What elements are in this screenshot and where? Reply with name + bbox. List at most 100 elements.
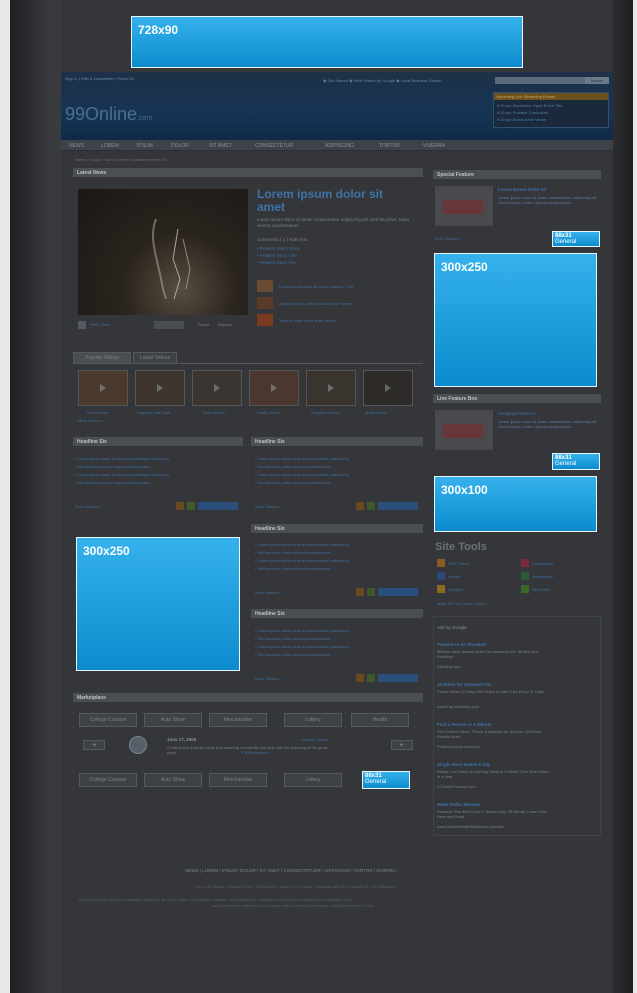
headline-item[interactable]: • Sed faucibus, tortor viverra condiment… <box>255 480 330 485</box>
video-caption[interactable]: Motor Boats <box>365 410 387 415</box>
footer-nav[interactable]: NEWS | LOREM | IPSUM | DOLOR | SIT AMET … <box>185 868 396 873</box>
breadcrumb[interactable]: Home > Local > Some in Here Somewhere He… <box>75 157 167 162</box>
marketplace-tab[interactable]: Lottery <box>284 773 342 787</box>
rss-icon[interactable] <box>356 502 364 510</box>
special-feature-more[interactable]: More Stories » <box>435 236 461 241</box>
side-story-link[interactable]: Lorem ipsum dolor sit amet, consect. 1:0… <box>279 284 353 289</box>
more-stories-link[interactable]: More Stories » <box>255 676 281 681</box>
google-ad-headline[interactable]: Prepare to be Shocked <box>437 642 486 647</box>
subscribe-button[interactable] <box>378 674 418 682</box>
video-thumb[interactable] <box>249 370 299 406</box>
button-ad-marketplace[interactable]: 88x31 General <box>362 771 410 789</box>
banner-ad-300x100[interactable]: 300x100 <box>434 476 597 532</box>
event-links[interactable]: Website | More <box>301 737 328 742</box>
expand-button[interactable]: Expand <box>218 322 232 327</box>
search-button[interactable]: Search <box>585 77 609 84</box>
site-tool-widgets[interactable]: Widgets <box>448 587 462 592</box>
site-tool-rss[interactable]: RSS Feeds <box>448 561 468 566</box>
rss-icon[interactable] <box>176 502 184 510</box>
video-caption[interactable]: Trials Growth <box>202 410 226 415</box>
upcoming-event-item[interactable]: 9:00 pm Event at the Venue <box>497 117 546 122</box>
side-story-thumb[interactable] <box>257 280 273 292</box>
headline-item[interactable]: • Sed faucibus, tortor viverra condiment… <box>255 566 330 571</box>
make-home-page-link[interactable]: Make 99 Your Home Page » <box>437 601 487 606</box>
rectangle-ad-right[interactable]: 300x250 <box>434 253 597 387</box>
related-link[interactable]: • Related Video Story <box>257 246 300 251</box>
upcoming-event-item[interactable]: 6:30 pm Proident Curriculum <box>497 110 548 115</box>
leaderboard-ad[interactable]: 728x90 <box>131 16 523 68</box>
site-logo[interactable]: 99Online.com <box>65 104 152 125</box>
more-stories-link[interactable]: More Stories » <box>255 504 281 509</box>
lead-comments[interactable]: Comments ( 1 ) Rate this <box>257 237 307 242</box>
marketplace-tab[interactable]: Merchandise <box>209 773 267 787</box>
video-caption[interactable]: Realty Class <box>257 410 279 415</box>
video-thumb[interactable] <box>78 370 128 406</box>
google-ad-url[interactable]: www.OnlineWealthMachines.com/site <box>437 824 504 829</box>
lead-headline[interactable]: Lorem ipsum dolor sit amet <box>257 188 387 214</box>
headline-item[interactable]: • Lorem ipsum dolor sit amet consectetue… <box>255 542 349 547</box>
share-icon[interactable] <box>367 674 375 682</box>
pause-button[interactable]: Pause <box>198 322 209 327</box>
marketplace-tab[interactable]: College Counsel <box>79 773 137 787</box>
play-button[interactable] <box>78 321 86 329</box>
footer-links[interactable]: Terms of Service | Privacy Policy | Cont… <box>195 884 396 889</box>
search-options[interactable]: ◉ Our Search ◉ Web Search by Google ◉ Lo… <box>323 78 441 83</box>
marketplace-prev-button[interactable]: ◄ <box>83 740 105 750</box>
share-icon[interactable] <box>367 588 375 596</box>
headline-item[interactable]: • Sed faucibus, tortor viverra condiment… <box>255 464 330 469</box>
video-thumb[interactable] <box>306 370 356 406</box>
headline-item[interactable]: • Lorem ipsum dolor sit amet consectetue… <box>255 644 349 649</box>
google-ad-headline[interactable]: Single Mom Makes $ Gig <box>437 762 490 767</box>
special-feature-headline[interactable]: Lorem Ipsum Dolor Sit <box>498 187 546 192</box>
headline-item[interactable]: • Sed faucibus, tortor viverra condiment… <box>255 550 330 555</box>
nav-item-dolor[interactable]: DOLOR <box>171 143 189 149</box>
nav-item-ipsum[interactable]: IPSUM <box>137 143 153 149</box>
video-thumb[interactable] <box>363 370 413 406</box>
more-stories-link[interactable]: More Stories » <box>75 504 101 509</box>
search-input[interactable] <box>495 77 585 84</box>
nav-item-lorem[interactable]: LOREM <box>101 143 119 149</box>
google-ad-url[interactable]: www.FatLossIdiots.com <box>437 704 479 709</box>
side-story-thumb[interactable] <box>257 297 273 309</box>
video-thumb[interactable] <box>192 370 242 406</box>
video-caption[interactable]: Surgery Lesson <box>311 410 339 415</box>
more-videos-link[interactable]: More Videos » <box>78 418 104 423</box>
headline-item[interactable]: • Lorem ipsum dolor sit amet consectetue… <box>255 472 349 477</box>
site-tool-text-alerts[interactable]: Text Alerts <box>532 587 550 592</box>
button-ad-live[interactable]: 88x31 General <box>552 453 600 470</box>
video-caption[interactable]: Nuggets Lost Take <box>137 410 170 415</box>
prev-next-link[interactable]: Prev | Next <box>90 322 110 327</box>
more-stories-link[interactable]: More Stories » <box>255 590 281 595</box>
google-ad-headline[interactable]: Make Dollar Mission <box>437 802 480 807</box>
related-link[interactable]: • Related Story Two <box>257 260 297 265</box>
side-story-link[interactable]: Trials to what forms learn, ensue <box>279 318 337 323</box>
site-tool-mobile[interactable]: Mobile <box>448 574 460 579</box>
marketplace-tab[interactable]: College Counsel <box>79 713 137 727</box>
subscribe-button[interactable] <box>378 588 418 596</box>
headline-item[interactable]: • Lorem ipsum dolor sit amet consectetue… <box>75 456 169 461</box>
site-tool-newsletters[interactable]: Newsletters <box>532 574 553 579</box>
upcoming-event-item[interactable]: 6:00 pm Recreation Sport Event Title <box>497 103 562 108</box>
latest-news-photo[interactable] <box>78 189 248 315</box>
headline-item[interactable]: • Lorem ipsum dolor sit amet consectetue… <box>255 628 349 633</box>
share-icon[interactable] <box>367 502 375 510</box>
utility-links[interactable]: Sign In | Gifts & Newsletters | Read On <box>65 76 134 81</box>
live-feature-image[interactable] <box>435 410 493 450</box>
headline-item[interactable]: • Lorem ipsum dolor sit amet consectetue… <box>255 558 349 563</box>
nav-item-adipiscing[interactable]: ADIPISCING <box>325 143 354 149</box>
nav-item-viverra[interactable]: VIVERRA <box>423 143 445 149</box>
google-ad-url[interactable]: Public-records-now.com <box>437 744 480 749</box>
headline-item[interactable]: • Lorem ipsum dolor sit amet consectetue… <box>255 456 349 461</box>
live-feature-headline[interactable]: MortgageFinders.tv <box>498 411 537 416</box>
special-feature-image[interactable] <box>435 186 493 226</box>
share-icon[interactable] <box>187 502 195 510</box>
marketplace-tab[interactable]: Auto Show <box>144 773 202 787</box>
nav-item-consectetur[interactable]: CONSECTETUR <box>255 143 293 149</box>
site-tool-email[interactable]: Email Alerts <box>532 561 553 566</box>
marketplace-tab[interactable]: Health <box>351 713 409 727</box>
headline-item[interactable]: • Sed faucibus, tortor viverra condiment… <box>75 464 150 469</box>
rss-icon[interactable] <box>356 588 364 596</box>
google-ad-url[interactable]: 97Jobs/Financial.com <box>437 784 476 789</box>
related-link[interactable]: • Related Story One <box>257 253 297 258</box>
google-ad-headline[interactable]: 10 Rules for Stomach Fat <box>437 682 491 687</box>
